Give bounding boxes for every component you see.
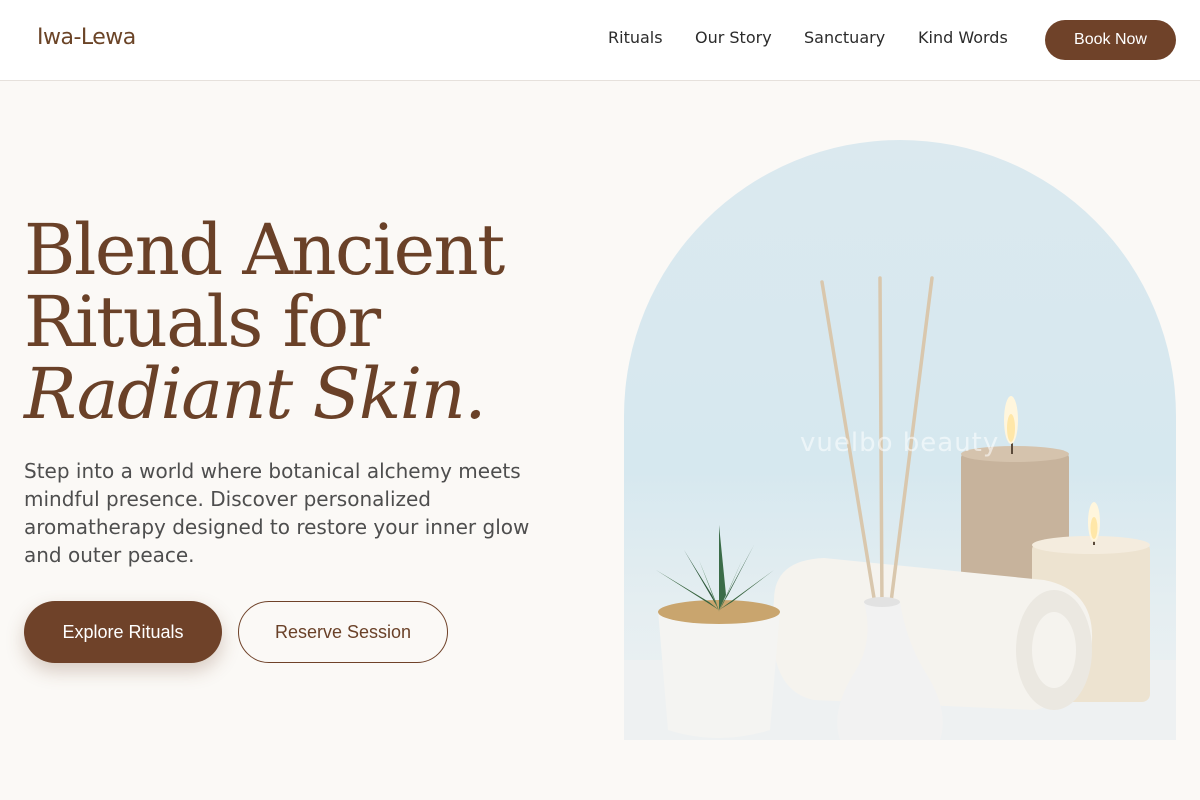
headline-line-3: Radiant Skin. — [24, 353, 487, 435]
nav-link-rituals[interactable]: Rituals — [608, 28, 663, 47]
book-now-button[interactable]: Book Now — [1045, 20, 1176, 60]
hero-headline: Blend Ancient Rituals for Radiant Skin. — [24, 214, 584, 430]
main-nav: Rituals Our Story Sanctuary Kind Words — [0, 28, 1200, 52]
headline-line-1: Blend Ancient — [24, 209, 505, 291]
nav-link-our-story[interactable]: Our Story — [695, 28, 772, 47]
hero-description: Step into a world where botanical alchem… — [24, 459, 530, 567]
nav-link-kind-words[interactable]: Kind Words — [918, 28, 1008, 47]
reserve-session-button[interactable]: Reserve Session — [238, 601, 448, 663]
image-watermark: vuelbo beauty — [800, 428, 1000, 458]
explore-rituals-button[interactable]: Explore Rituals — [24, 601, 222, 663]
succulent-plant — [656, 525, 780, 738]
site-header: Iwa-Lewa Rituals Our Story Sanctuary Kin… — [0, 0, 1200, 81]
headline-line-2: Rituals for — [24, 281, 381, 363]
hero-spa-image: vuelbo beauty — [624, 140, 1176, 740]
nav-link-sanctuary[interactable]: Sanctuary — [804, 28, 885, 47]
